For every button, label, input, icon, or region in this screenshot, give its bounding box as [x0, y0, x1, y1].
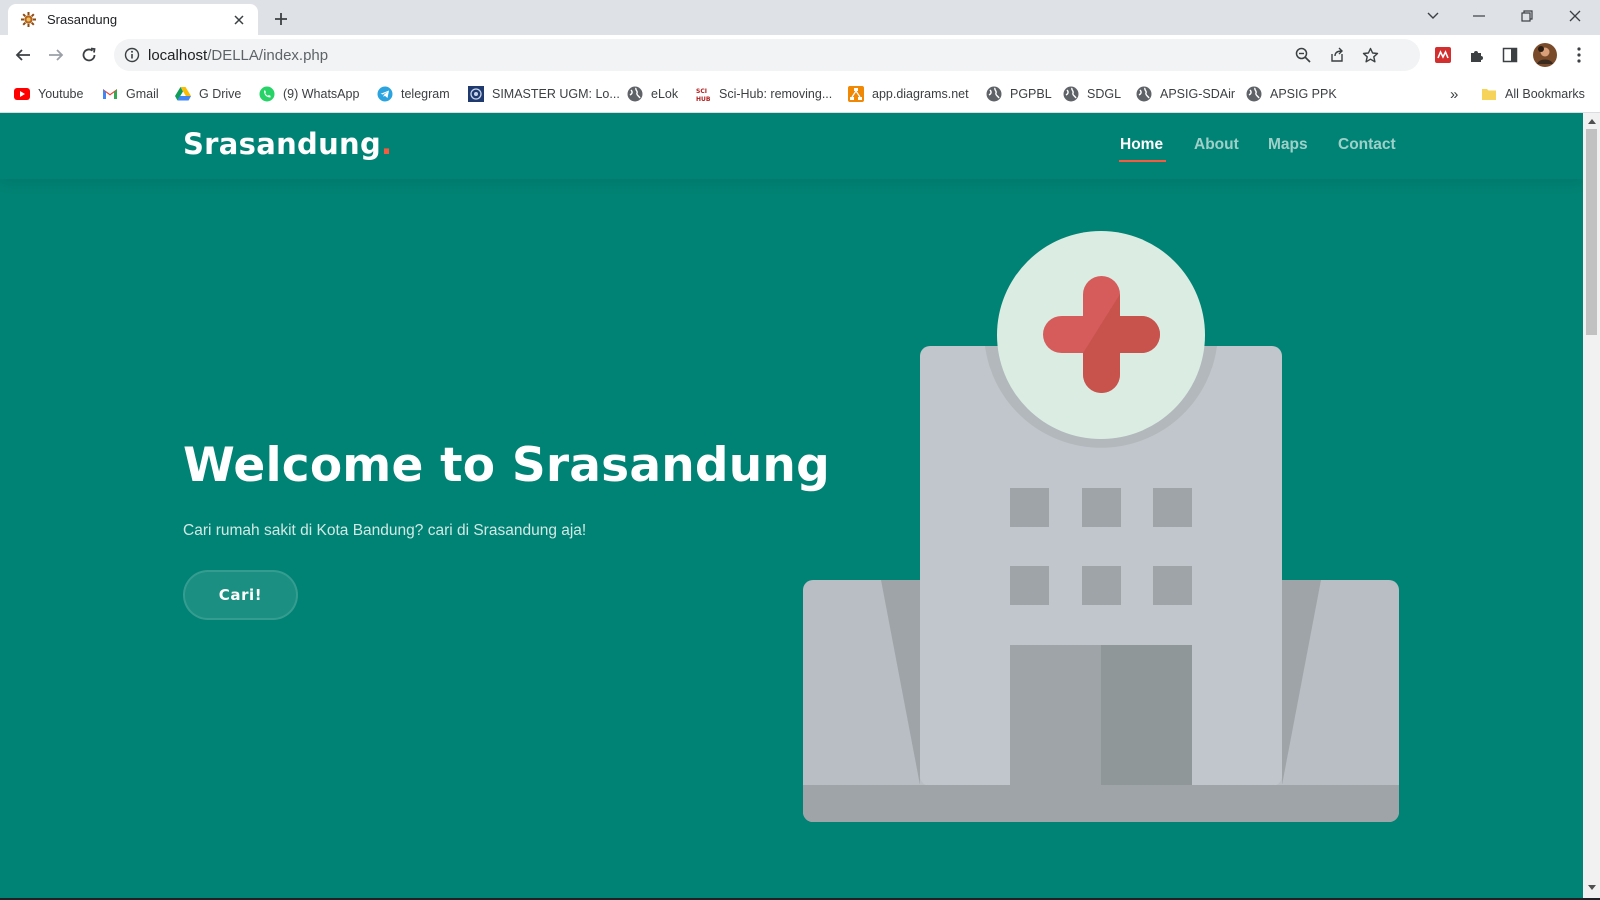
pdf-extension-icon[interactable]	[1432, 44, 1454, 66]
svg-text:HUB: HUB	[696, 96, 711, 102]
reload-button[interactable]	[74, 40, 104, 70]
bookmark-label: Youtube	[38, 87, 84, 101]
bookmark-diagrams[interactable]: app.diagrams.net	[848, 84, 969, 104]
google-drive-icon	[175, 86, 191, 102]
profile-avatar-icon[interactable]	[1532, 42, 1558, 68]
logo-text: Srasandung	[183, 127, 382, 161]
nav-maps[interactable]: Maps	[1268, 136, 1308, 154]
back-button[interactable]	[8, 40, 38, 70]
hero-title: Welcome to Srasandung	[183, 438, 830, 493]
globe-icon	[627, 86, 643, 102]
bookmark-scihub[interactable]: SCI HUB Sci-Hub: removing...	[695, 84, 832, 104]
share-icon[interactable]	[1328, 46, 1346, 64]
scroll-down-arrow-icon[interactable]	[1587, 883, 1596, 892]
tab-title: Srasandung	[47, 12, 118, 27]
tab-strip: Srasandung	[0, 0, 1600, 35]
bookmarks-bar: Youtube Gmail G Drive (9) WhatsApp teleg…	[0, 75, 1600, 113]
side-panel-icon[interactable]	[1499, 44, 1521, 66]
bookmark-sdgl[interactable]: SDGL	[1063, 84, 1121, 104]
globe-icon	[1136, 86, 1152, 102]
all-bookmarks-label: All Bookmarks	[1505, 87, 1585, 101]
address-bar[interactable]: localhost/DELLA/index.php	[114, 39, 1420, 71]
bookmark-simaster[interactable]: SIMASTER UGM: Lo...	[468, 84, 620, 104]
zoom-icon[interactable]	[1294, 46, 1312, 64]
bookmark-whatsapp[interactable]: (9) WhatsApp	[259, 84, 359, 104]
new-tab-button[interactable]	[268, 6, 294, 32]
bookmarks-overflow-button[interactable]: »	[1450, 84, 1458, 104]
scihub-icon: SCI HUB	[695, 86, 711, 102]
extensions-puzzle-icon[interactable]	[1466, 44, 1488, 66]
svg-text:SCI: SCI	[696, 88, 707, 95]
telegram-icon	[377, 86, 393, 102]
bookmark-telegram[interactable]: telegram	[377, 84, 450, 104]
restore-button[interactable]	[1504, 0, 1550, 32]
globe-icon	[986, 86, 1002, 102]
close-tab-icon[interactable]	[230, 11, 248, 29]
folder-icon	[1481, 86, 1497, 102]
bookmark-star-icon[interactable]	[1361, 46, 1379, 64]
page-scrollbar[interactable]	[1583, 113, 1600, 898]
bookmark-gmail[interactable]: Gmail	[102, 84, 159, 104]
browser-toolbar: localhost/DELLA/index.php	[0, 35, 1600, 75]
bookmark-label: telegram	[401, 87, 450, 101]
bookmark-label: Sci-Hub: removing...	[719, 87, 833, 101]
bookmark-label: APSIG-SDAir	[1160, 87, 1236, 101]
bookmark-label: (9) WhatsApp	[283, 87, 360, 101]
nav-home[interactable]: Home	[1120, 136, 1163, 154]
bookmark-label: G Drive	[199, 87, 242, 101]
tab-search-button[interactable]	[1410, 0, 1456, 32]
globe-icon	[1246, 86, 1262, 102]
nav-about[interactable]: About	[1194, 136, 1239, 154]
bookmark-label: SIMASTER UGM: Lo...	[492, 87, 620, 101]
bookmark-label: SDGL	[1087, 87, 1122, 101]
forward-button[interactable]	[41, 40, 71, 70]
bookmark-label: Gmail	[126, 87, 159, 101]
search-hospital-button[interactable]: Cari!	[183, 570, 298, 620]
youtube-icon	[14, 86, 30, 102]
site-info-icon[interactable]	[124, 47, 140, 63]
page-viewport: Srasandung. Home About Maps Contact Welc…	[0, 113, 1583, 898]
browser-tab[interactable]: Srasandung	[8, 4, 258, 35]
bookmark-pgpbl[interactable]: PGPBL	[986, 84, 1052, 104]
bookmark-label: eLok	[651, 87, 679, 101]
diagrams-icon	[848, 86, 864, 102]
site-logo[interactable]: Srasandung.	[183, 127, 392, 161]
bookmark-youtube[interactable]: Youtube	[14, 84, 83, 104]
site-header: Srasandung. Home About Maps Contact	[0, 113, 1583, 179]
globe-icon	[1063, 86, 1079, 102]
hospital-building-illustration	[803, 231, 1399, 822]
menu-kebab-icon[interactable]	[1568, 44, 1590, 66]
bookmark-elok[interactable]: eLok	[627, 84, 678, 104]
nav-active-underline	[1119, 160, 1166, 162]
bookmark-apsig-ppk[interactable]: APSIG PPK	[1246, 84, 1337, 104]
bookmark-label: app.diagrams.net	[872, 87, 969, 101]
scrollbar-thumb[interactable]	[1586, 129, 1597, 335]
logo-dot: .	[381, 127, 393, 161]
site-favicon-icon	[20, 11, 37, 28]
url-host: localhost	[148, 47, 208, 64]
bookmark-apsig-sdair[interactable]: APSIG-SDAir	[1136, 84, 1235, 104]
bookmark-gdrive[interactable]: G Drive	[175, 84, 241, 104]
url-text[interactable]: localhost/DELLA/index.php	[148, 47, 328, 64]
whatsapp-icon	[259, 86, 275, 102]
bookmark-label: PGPBL	[1010, 87, 1052, 101]
gmail-icon	[102, 86, 118, 102]
scroll-up-arrow-icon[interactable]	[1587, 117, 1596, 126]
url-path: /DELLA/index.php	[207, 47, 329, 64]
simaster-icon	[468, 86, 484, 102]
close-window-button[interactable]	[1552, 0, 1598, 32]
minimize-button[interactable]	[1456, 0, 1502, 32]
nav-contact[interactable]: Contact	[1338, 136, 1396, 154]
all-bookmarks-button[interactable]: All Bookmarks	[1481, 84, 1585, 104]
bookmark-label: APSIG PPK	[1270, 87, 1337, 101]
hero-subtitle: Cari rumah sakit di Kota Bandung? cari d…	[183, 522, 587, 539]
